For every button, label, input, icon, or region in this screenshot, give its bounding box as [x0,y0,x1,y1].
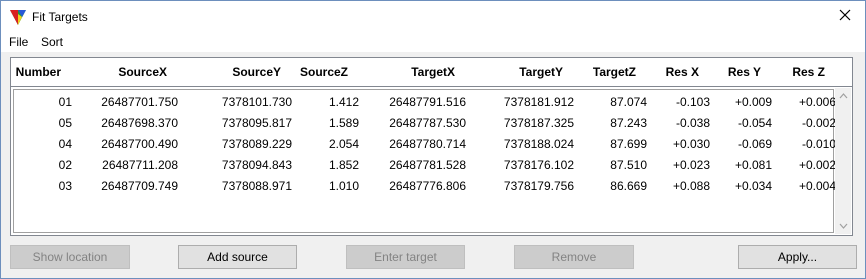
cell-target-y: 7378181.912 [503,95,574,109]
cell-res-y: -0.054 [737,116,772,130]
table-row[interactable]: 03 26487709.749 7378088.971 1.010 26487776.8… [14,177,836,198]
cell-source-x: 26487709.749 [101,179,178,193]
add-source-button[interactable]: Add source [178,245,297,269]
close-button[interactable] [825,1,865,32]
table-row[interactable]: 04 26487700.490 7378089.229 2.054 26487780.7… [14,135,836,156]
enter-target-button[interactable]: Enter target [346,245,465,269]
vertical-scrollbar[interactable] [835,88,851,234]
cell-res-x: -0.038 [675,116,710,130]
header-source-z[interactable]: SourceZ [300,65,348,79]
cell-target-y: 7378187.325 [503,116,574,130]
cell-source-x: 26487711.208 [102,158,178,172]
cell-target-y: 7378179.756 [503,179,574,193]
cell-source-z: 1.852 [328,158,359,172]
cell-source-y: 7378089.229 [221,137,292,151]
cell-target-x: 26487780.714 [389,137,466,151]
cell-source-z: 1.589 [328,116,359,130]
remove-button[interactable]: Remove [514,245,634,269]
column-headers: Number SourceX SourceY SourceZ TargetX T… [2,58,845,86]
menu-sort[interactable]: Sort [41,35,63,49]
cell-number: 04 [58,137,72,151]
cell-target-z: 87.243 [610,116,647,130]
list-body: 01 26487701.750 7378101.730 1.412 26487791.5… [13,89,836,233]
scroll-down-icon[interactable] [835,218,851,234]
header-target-y[interactable]: TargetY [519,65,563,79]
cell-number: 02 [58,158,72,172]
menu-file[interactable]: File [9,35,28,49]
cell-target-x: 26487781.528 [389,158,466,172]
table-row[interactable]: 02 26487711.208 7378094.843 1.852 26487781.5… [14,156,836,177]
cell-source-y: 7378095.817 [221,116,292,130]
cell-source-y: 7378094.843 [221,158,292,172]
scroll-up-icon[interactable] [835,88,851,104]
header-target-x[interactable]: TargetX [411,65,455,79]
cell-target-x: 26487776.806 [389,179,466,193]
header-res-z[interactable]: Res Z [792,65,825,79]
header-target-z[interactable]: TargetZ [593,65,636,79]
menu-bar: File Sort [1,32,865,52]
targets-listbox[interactable]: 01 26487701.750 7378101.730 1.412 26487791.5… [10,86,853,236]
cell-res-z: +0.002 [798,158,836,172]
cell-number: 01 [58,95,72,109]
show-location-button[interactable]: Show location [10,245,130,269]
cell-source-x: 26487700.490 [101,137,178,151]
cell-res-y: +0.034 [734,179,772,193]
cell-res-z: +0.006 [798,95,836,109]
cell-res-x: +0.023 [672,158,710,172]
cell-res-y: -0.069 [737,137,772,151]
cell-source-z: 2.054 [328,137,359,151]
cell-res-x: -0.103 [675,95,710,109]
cell-source-x: 26487701.750 [101,95,178,109]
cell-res-x: +0.030 [672,137,710,151]
cell-target-z: 87.074 [610,95,647,109]
header-res-x[interactable]: Res X [666,65,699,79]
cell-res-y: +0.081 [734,158,772,172]
table-row[interactable]: 05 26487698.370 7378095.817 1.589 26487787.5… [14,114,836,135]
header-source-y[interactable]: SourceY [232,65,281,79]
header-number[interactable]: Number [16,65,61,79]
apply-button[interactable]: Apply... [738,245,857,269]
header-source-x[interactable]: SourceX [118,65,167,79]
cell-target-z: 86.669 [610,179,647,193]
fit-targets-window: Fit Targets File Sort Number SourceX Sou… [0,0,866,279]
cell-target-y: 7378176.102 [503,158,574,172]
cell-target-x: 26487791.516 [389,95,466,109]
cell-number: 03 [58,179,72,193]
cell-source-x: 26487698.370 [101,116,178,130]
cell-res-y: +0.009 [734,95,772,109]
cell-source-y: 7378101.730 [221,95,292,109]
cell-target-z: 87.699 [610,137,647,151]
cell-source-z: 1.412 [328,95,359,109]
app-triangle-icon [9,8,27,26]
table-row[interactable]: 01 26487701.750 7378101.730 1.412 26487791.5… [14,93,836,114]
window-title: Fit Targets [32,10,88,24]
cell-target-y: 7378188.024 [503,137,574,151]
cell-source-z: 1.010 [328,179,359,193]
cell-res-z: -0.002 [801,116,836,130]
cell-target-z: 87.510 [610,158,647,172]
close-icon [839,9,851,24]
cell-res-z: +0.004 [798,179,836,193]
header-res-y[interactable]: Res Y [728,65,761,79]
cell-res-z: -0.010 [801,137,836,151]
cell-target-x: 26487787.530 [389,116,466,130]
cell-res-x: +0.088 [672,179,710,193]
cell-number: 05 [58,116,72,130]
cell-source-y: 7378088.971 [221,179,292,193]
title-bar: Fit Targets [1,1,865,32]
